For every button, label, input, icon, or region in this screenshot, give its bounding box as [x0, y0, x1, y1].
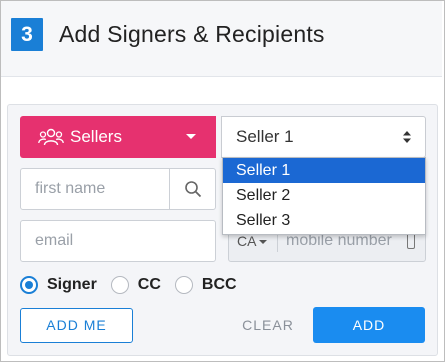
- radio-unchecked-icon: [174, 276, 193, 294]
- radio-checked-icon: [20, 276, 38, 294]
- seller-options-list: Seller 1 Seller 2 Seller 3: [222, 157, 426, 235]
- search-button[interactable]: [169, 169, 215, 209]
- first-name-placeholder: first name: [35, 180, 106, 197]
- radio-signer[interactable]: Signer: [20, 276, 97, 294]
- first-name-field[interactable]: first name: [20, 168, 216, 210]
- country-caret-icon: [259, 240, 267, 244]
- seller-select-value: Seller 1: [236, 127, 294, 146]
- people-icon: [38, 128, 64, 146]
- radio-label: BCC: [201, 276, 237, 293]
- section-title: Add Signers & Recipients: [59, 21, 325, 47]
- country-code-select[interactable]: CA: [237, 233, 256, 249]
- group-dropdown-button[interactable]: Sellers: [20, 116, 216, 158]
- email-placeholder: email: [35, 232, 74, 249]
- search-icon: [184, 181, 201, 198]
- section-header: 3 Add Signers & Recipients: [1, 1, 442, 77]
- radio-bcc[interactable]: BCC: [174, 276, 237, 294]
- step-badge: 3: [11, 18, 43, 51]
- seller-option[interactable]: Seller 3: [223, 208, 425, 233]
- seller-option[interactable]: Seller 2: [223, 183, 425, 208]
- select-arrows-icon: [403, 131, 411, 143]
- role-radio-group: Signer CC BCC: [20, 274, 251, 296]
- caret-down-icon: [186, 134, 196, 139]
- mobile-device-icon: [407, 233, 415, 249]
- seller-option[interactable]: Seller 1: [223, 158, 425, 183]
- radio-label: Signer: [47, 276, 97, 293]
- radio-cc[interactable]: CC: [110, 276, 161, 294]
- radio-unchecked-icon: [110, 276, 129, 294]
- group-label: Sellers: [70, 127, 122, 146]
- add-me-button[interactable]: ADD ME: [20, 308, 133, 343]
- radio-label: CC: [137, 276, 161, 293]
- add-button[interactable]: ADD: [313, 307, 425, 343]
- seller-select[interactable]: Seller 1: [221, 116, 426, 158]
- email-field[interactable]: email: [20, 220, 216, 262]
- clear-button[interactable]: CLEAR: [236, 308, 300, 343]
